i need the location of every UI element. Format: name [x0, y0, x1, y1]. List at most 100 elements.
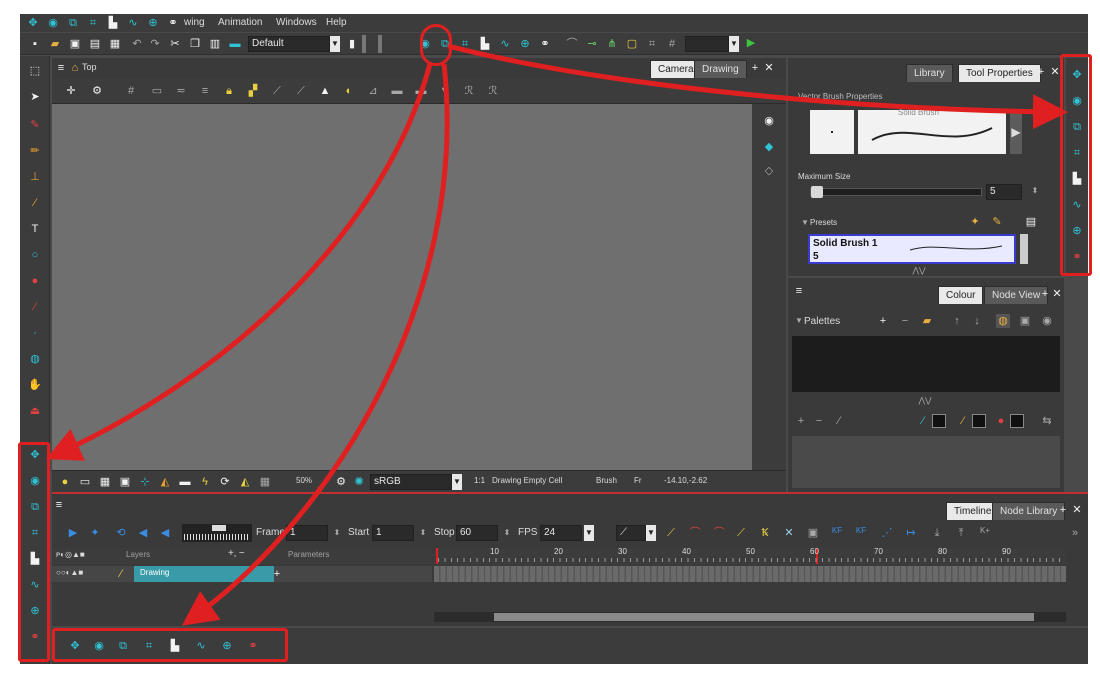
save-icon[interactable]: ▣	[68, 37, 82, 51]
add-layer-icon[interactable]: +	[270, 567, 284, 581]
preset-item-selected[interactable]: Solid Brush 1 5	[808, 234, 1016, 264]
link-icon[interactable]: ℛ	[462, 84, 476, 98]
scale-icon[interactable]: ⧉	[1070, 120, 1084, 134]
sound-icon[interactable]: ◀	[136, 526, 150, 540]
pencil-colour-icon[interactable]: ⁄	[956, 414, 970, 428]
speed-handle[interactable]	[212, 525, 226, 531]
frame-track[interactable]	[434, 566, 1066, 582]
deformer-icon[interactable]: ⚭	[28, 630, 42, 644]
tween-icon[interactable]: Ꝅ	[758, 526, 772, 540]
pivot-icon[interactable]: ✥	[28, 448, 42, 462]
swatch-dropdown-icon[interactable]: ▼	[729, 36, 739, 52]
remove-colour-icon[interactable]: −	[812, 414, 826, 428]
shift-icon[interactable]: ▞	[246, 84, 260, 98]
crosshair-icon[interactable]: ⊕	[518, 37, 532, 51]
lock-icon[interactable]: ▣	[1018, 314, 1032, 328]
eye-icon[interactable]: ◉	[762, 114, 776, 128]
workspace-dropdown-icon[interactable]: ▼	[330, 36, 340, 52]
bounding-box-icon[interactable]: ▢	[625, 37, 639, 51]
menu-item-rigging[interactable]: wing	[184, 17, 205, 28]
color-swatch-select[interactable]	[685, 36, 729, 52]
deformer-icon[interactable]: ⚭	[166, 16, 180, 30]
light-table-icon[interactable]: ≂	[174, 84, 188, 98]
add-colour-icon[interactable]: +	[794, 414, 808, 428]
fk-icon[interactable]: ⌒	[565, 37, 579, 51]
scale-icon[interactable]: ⧉	[438, 37, 452, 51]
brush-swatch[interactable]	[932, 414, 946, 428]
green-flag-icon[interactable]: ▶	[744, 36, 758, 50]
pivot-icon[interactable]: ⊹	[138, 475, 152, 489]
peg-icon[interactable]: ▼	[438, 84, 452, 98]
frame-icon[interactable]: ▭	[78, 475, 92, 489]
stop-field[interactable]: 60	[456, 525, 498, 541]
toolbar-handle[interactable]	[362, 35, 366, 53]
close-icon[interactable]: ✕	[1048, 65, 1062, 79]
layer-visibility-icon[interactable]: ○○◐▲■	[56, 568, 83, 577]
layer-row[interactable]: ○○◐▲■ ⁄ Drawing +	[52, 566, 432, 582]
render-icon[interactable]: ▦	[258, 475, 272, 489]
scale-icon[interactable]: ⧉	[66, 16, 80, 30]
close-icon[interactable]: ✕	[1070, 503, 1084, 517]
menu-icon[interactable]: ≡	[54, 61, 68, 75]
dropper-icon[interactable]: ⁄	[28, 300, 42, 314]
slider-handle[interactable]	[811, 186, 823, 198]
menu-icon[interactable]: ≡	[52, 498, 66, 512]
lightning-icon[interactable]: ϟ	[198, 475, 212, 489]
transform-icon[interactable]: ◉	[28, 474, 42, 488]
hierarchy-icon[interactable]: ⋔	[605, 37, 619, 51]
workspace-save-icon[interactable]: ▮	[345, 37, 359, 51]
start-stepper-icon[interactable]: ⬍	[416, 526, 430, 540]
tab-library[interactable]: Library	[906, 64, 953, 82]
symbol-icon[interactable]: ℛ	[486, 84, 500, 98]
menu-item-animation[interactable]: Animation	[218, 17, 262, 28]
deformer-icon[interactable]: ⚭	[246, 639, 260, 653]
playback-speed-slider[interactable]	[182, 524, 252, 542]
loop-icon[interactable]: ⟲	[114, 526, 128, 540]
pencil-swatch[interactable]	[972, 414, 986, 428]
swap-icon[interactable]: ⇆	[1040, 414, 1054, 428]
layer-icon[interactable]: ▬	[414, 84, 428, 98]
ease-select[interactable]: ⟋	[616, 525, 646, 541]
down-icon[interactable]: ↓	[970, 314, 984, 328]
layer-toggles-icon[interactable]: ᴩ◐◎▲■	[56, 550, 85, 559]
stamp-icon[interactable]: ▬	[178, 475, 192, 489]
prev-key-icon[interactable]: ⤓	[930, 526, 944, 540]
pot-icon[interactable]: ⏏	[28, 404, 42, 418]
play-selection-icon[interactable]: ✦	[88, 526, 102, 540]
gear-icon[interactable]: ⚙	[334, 475, 348, 489]
ease-dropdown-icon[interactable]: ▼	[646, 525, 656, 541]
menu-item-help[interactable]: Help	[326, 17, 347, 28]
select-icon[interactable]: ⬚	[28, 64, 42, 78]
snap-icon[interactable]: ⌗	[645, 37, 659, 51]
peg-icon[interactable]: ⊸	[585, 37, 599, 51]
close-icon[interactable]: ✕	[762, 61, 776, 75]
toolbar-handle[interactable]	[378, 35, 382, 53]
menu-item-windows[interactable]: Windows	[276, 17, 317, 28]
pivot-icon[interactable]: ✥	[68, 639, 82, 653]
palette-list[interactable]	[792, 336, 1060, 392]
folder-icon[interactable]: ▰	[920, 314, 934, 328]
frame-field[interactable]: 1	[286, 525, 328, 541]
sound-scrub-icon[interactable]: ◀	[158, 526, 172, 540]
ellipse-icon[interactable]: ○	[28, 248, 42, 262]
contour-editor-icon[interactable]: ➤	[28, 90, 42, 104]
skew-icon[interactable]: ⌗	[28, 526, 42, 540]
kinematic-icon[interactable]: ∿	[194, 639, 208, 653]
panel-split-icon[interactable]: ⋀⋁	[918, 394, 932, 408]
pencil-icon[interactable]: ✏	[28, 144, 42, 158]
skew-icon[interactable]: ⌗	[458, 37, 472, 51]
layer-name-cell[interactable]: Drawing	[134, 566, 274, 582]
grid-icon[interactable]: #	[665, 37, 679, 51]
close-icon[interactable]: ✕	[1050, 287, 1064, 301]
crosshair-icon[interactable]: ⊕	[220, 639, 234, 653]
transform-icon[interactable]: ◉	[418, 37, 432, 51]
bulb-icon[interactable]: ◐	[342, 84, 356, 98]
remove-palette-icon[interactable]: −	[898, 314, 912, 328]
cut-icon[interactable]: ✂	[168, 37, 182, 51]
dropper-icon[interactable]: ⁄	[832, 414, 846, 428]
brush-icon[interactable]: ✎	[28, 118, 42, 132]
frame-ruler[interactable]: 10 20 30 40 50 60 70 80 90	[434, 547, 1066, 564]
scale-icon[interactable]: ⧉	[28, 500, 42, 514]
kinematic-icon[interactable]: ∿	[126, 16, 140, 30]
home-icon[interactable]: ⌂	[68, 61, 82, 75]
